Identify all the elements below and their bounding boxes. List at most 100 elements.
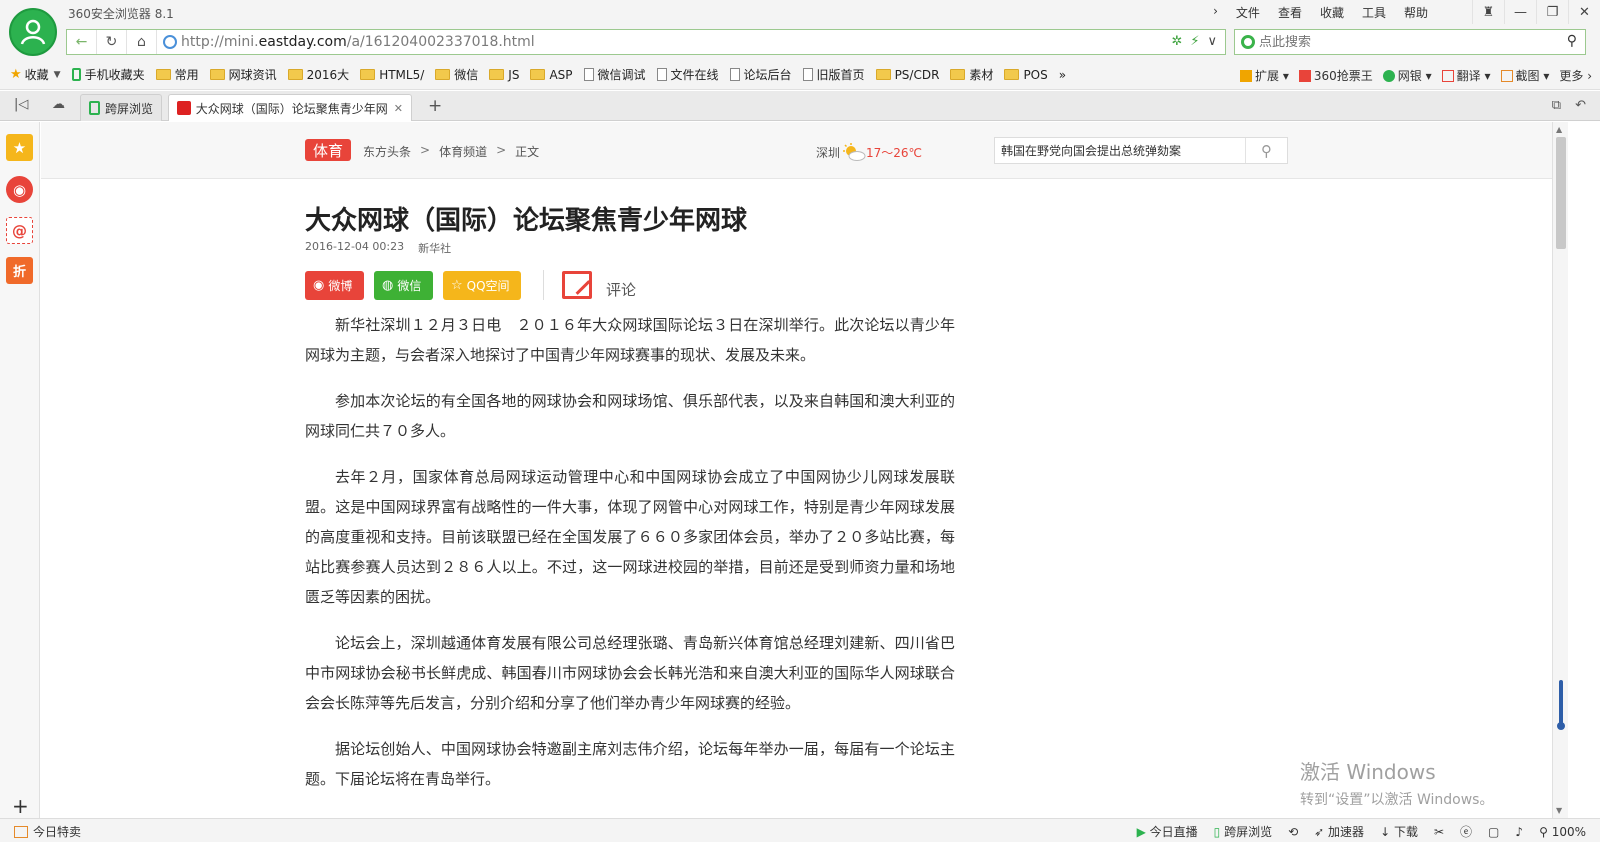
menu-arrow-icon[interactable]: ›: [1211, 3, 1220, 22]
url-bar[interactable]: ← ↻ ⌂ http://mini.eastday.com/a/16120400…: [66, 29, 1226, 55]
menu-help[interactable]: 帮助: [1402, 3, 1430, 22]
article-title: 大众网球（国际）论坛聚焦青少年网球: [305, 206, 748, 236]
bookmark-item[interactable]: POS: [1004, 68, 1048, 82]
scroll-down-icon[interactable]: ▼: [1556, 806, 1562, 815]
window-icon[interactable]: ▢: [1488, 825, 1499, 839]
bookmark-item[interactable]: ASP: [530, 68, 573, 82]
bookmark-item[interactable]: 微信: [435, 66, 478, 83]
share-weibo-button[interactable]: ◉ 微博: [305, 270, 364, 300]
scroll-up-icon[interactable]: ▲: [1556, 125, 1562, 134]
bookmark-item[interactable]: 手机收藏夹: [71, 66, 145, 83]
category-tag[interactable]: 体育: [305, 139, 351, 161]
zoom-icon: ⚲: [1539, 824, 1548, 839]
minimize-button[interactable]: —: [1504, 0, 1536, 24]
cross-screen-button[interactable]: ▯ 跨屏浏览: [1214, 823, 1272, 840]
wechat-icon: ◍: [382, 277, 394, 293]
star-icon: ★: [10, 67, 22, 82]
sync-icon[interactable]: ⟲: [1288, 825, 1298, 839]
live-button[interactable]: ▶ 今日直播: [1137, 823, 1198, 840]
article-paragraph: 论坛会上，深圳越通体育发展有限公司总经理张璐、青岛新兴体育馆总经理刘建新、四川省…: [305, 634, 955, 712]
restore-tab-icon[interactable]: ⧉: [1552, 98, 1561, 113]
menu-favorites[interactable]: 收藏: [1318, 3, 1346, 22]
scrollbar-thumb[interactable]: [1556, 137, 1566, 249]
weibo-icon[interactable]: ◉: [6, 176, 33, 203]
sidebar-toggle-icon[interactable]: |◁: [14, 97, 28, 112]
bookmark-item[interactable]: 2016大: [287, 66, 349, 83]
search-input[interactable]: [1259, 34, 1539, 50]
bookmark-item[interactable]: HTML5/: [360, 68, 424, 82]
undo-close-icon[interactable]: ↶: [1575, 98, 1586, 113]
menu-file[interactable]: 文件: [1234, 3, 1262, 22]
bookmarks-more-button[interactable]: »: [1059, 68, 1066, 82]
bookmark-item[interactable]: 网球资讯: [209, 66, 277, 83]
home-icon[interactable]: ⌂: [127, 30, 157, 54]
toutiao-favicon-icon: [177, 101, 191, 115]
today-deals[interactable]: 今日特卖: [14, 823, 81, 840]
folder-icon: [1004, 69, 1020, 80]
bookmark-item[interactable]: 论坛后台: [729, 66, 792, 83]
translate-button[interactable]: 翻译 ▾: [1441, 67, 1491, 84]
share-wechat-button[interactable]: ◍ 微信: [374, 270, 433, 300]
search-bar[interactable]: ⚲: [1234, 29, 1586, 55]
bookmark-item[interactable]: 文件在线: [656, 66, 719, 83]
menu-tools[interactable]: 工具: [1360, 3, 1388, 22]
bookmarks-bar: ★ 收藏 ▼ 手机收藏夹 常用 网球资讯 2016大 HTML5/ 微信 JS AS…: [0, 60, 1600, 90]
new-tab-button[interactable]: +: [428, 96, 442, 116]
cloud-icon[interactable]: ☁: [52, 97, 65, 112]
ie-mode-icon[interactable]: ⓔ: [1460, 823, 1472, 840]
thermometer-gadget-icon[interactable]: [1557, 680, 1565, 732]
accelerator-button[interactable]: ➶ 加速器: [1314, 823, 1364, 840]
page-icon: [656, 68, 667, 81]
maximize-button[interactable]: ❐: [1536, 0, 1568, 24]
site-search-input[interactable]: [995, 138, 1245, 163]
breadcrumb-home[interactable]: 东方头条: [363, 143, 411, 160]
bookmarks-right-tools: 扩展 ▾ 360抢票王 网银 ▾ 翻译 ▾ 截图 ▾ 更多 ›: [1240, 60, 1592, 90]
extensions-button[interactable]: 扩展 ▾: [1240, 67, 1289, 84]
url-text[interactable]: http://mini.eastday.com/a/16120400233701…: [181, 34, 535, 50]
bookmark-item[interactable]: PS/CDR: [875, 68, 939, 82]
tab-cross-screen[interactable]: 跨屏浏览: [80, 94, 162, 121]
breadcrumb-channel[interactable]: 体育频道: [439, 143, 487, 160]
speed-mode-icon[interactable]: ⚡: [1190, 34, 1199, 49]
shopping-bag-icon: [14, 825, 28, 838]
edit-comment-icon[interactable]: [562, 271, 592, 299]
screen-bottom-edge: [0, 842, 1600, 861]
title-bar: 360安全浏览器 8.1 › 文件 查看 收藏 工具 帮助 ♜ — ❐ ✕: [0, 0, 1600, 24]
zoom-control[interactable]: ⚲ 100%: [1539, 825, 1586, 839]
comment-link[interactable]: 评论: [606, 279, 636, 300]
bookmark-item[interactable]: 常用: [155, 66, 199, 83]
close-button[interactable]: ✕: [1568, 0, 1600, 24]
tab-article[interactable]: 大众网球（国际）论坛聚焦青少年网球 ✕: [168, 94, 412, 121]
discount-icon[interactable]: 折: [6, 257, 33, 284]
title-menu: › 文件 查看 收藏 工具 帮助: [1211, 3, 1430, 22]
folder-icon: [950, 69, 966, 80]
add-sidebar-button[interactable]: +: [12, 794, 29, 818]
skin-icon[interactable]: ♜: [1472, 0, 1504, 24]
screenshot-button[interactable]: 截图 ▾: [1500, 67, 1549, 84]
ticket-button[interactable]: 360抢票王: [1298, 67, 1373, 84]
close-icon[interactable]: ✕: [394, 102, 403, 115]
bookmark-item[interactable]: 微信调试: [583, 66, 646, 83]
refresh-icon[interactable]: ↻: [97, 30, 127, 54]
url-dropdown-icon[interactable]: ∨: [1207, 34, 1217, 49]
user-avatar-icon[interactable]: [9, 8, 57, 56]
more-button[interactable]: 更多 ›: [1559, 67, 1592, 84]
bookmark-item[interactable]: 旧版首页: [802, 66, 865, 83]
bank-button[interactable]: 网银 ▾: [1382, 67, 1432, 84]
share-qzone-button[interactable]: ☆ QQ空间: [443, 270, 521, 300]
favorites-star-icon[interactable]: ★: [6, 134, 33, 161]
search-engine-icon[interactable]: [1241, 35, 1255, 49]
search-icon[interactable]: ⚲: [1245, 138, 1287, 163]
download-button[interactable]: ↓ 下载: [1380, 823, 1418, 840]
bookmark-item[interactable]: JS: [489, 68, 519, 82]
bookmark-collect[interactable]: ★ 收藏 ▼: [10, 66, 61, 83]
back-arrow-icon[interactable]: ←: [67, 30, 97, 54]
cut-icon[interactable]: ✂: [1434, 825, 1444, 839]
mail-icon[interactable]: @: [6, 217, 33, 244]
status-tools: ▶ 今日直播 ▯ 跨屏浏览 ⟲ ➶ 加速器 ↓ 下载 ✂ ⓔ ▢ ♪ ⚲ 100…: [1137, 823, 1586, 840]
bookmark-item[interactable]: 素材: [950, 66, 993, 83]
sound-icon[interactable]: ♪: [1515, 825, 1523, 839]
search-icon[interactable]: ⚲: [1567, 33, 1577, 49]
menu-view[interactable]: 查看: [1276, 3, 1304, 22]
security-shield-icon[interactable]: ✲: [1171, 34, 1182, 49]
